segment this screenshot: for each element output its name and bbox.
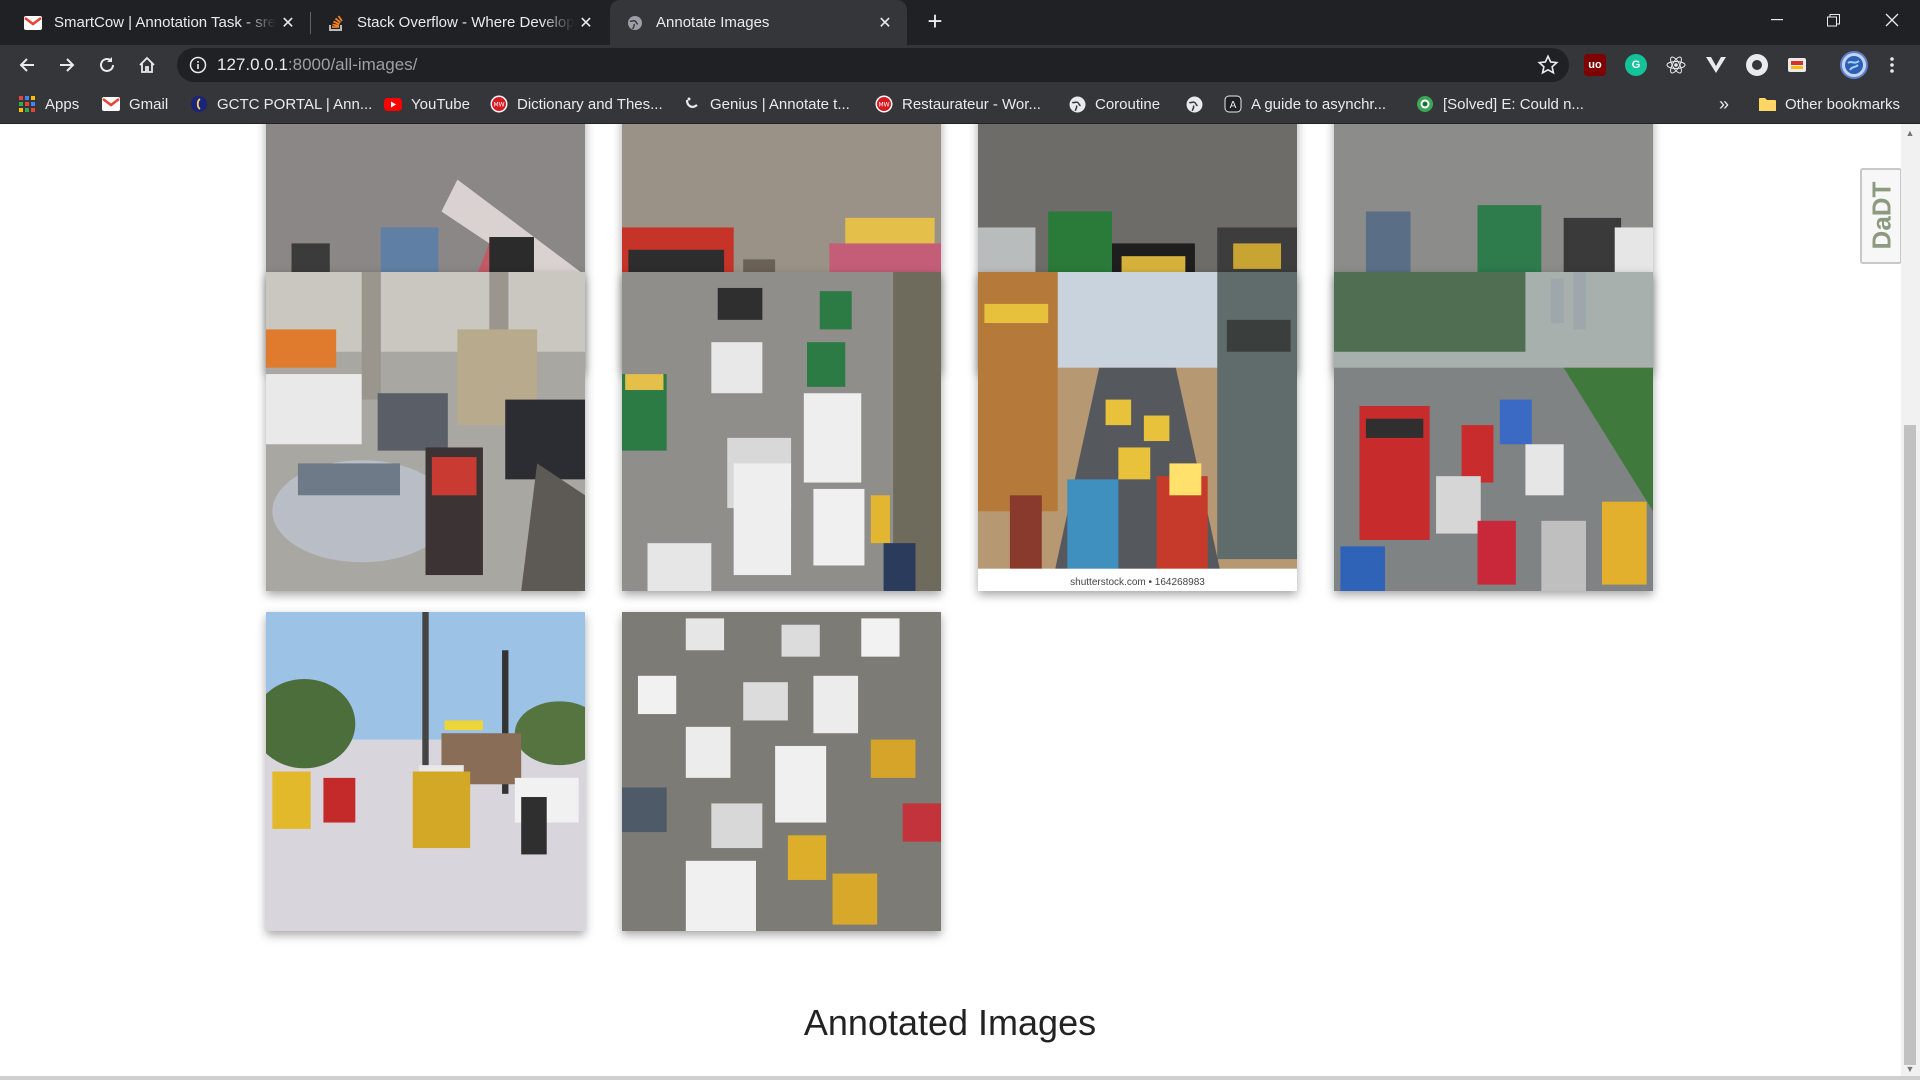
bookmark-label: Dictionary and Thes... — [517, 95, 663, 113]
bookmark-label: Restaurateur - Wor... — [902, 95, 1041, 113]
bookmark-other-bookmarks[interactable]: Other bookmarks — [1758, 85, 1900, 123]
traffic-photo — [1334, 272, 1653, 591]
bookmark-label: YouTube — [411, 95, 470, 113]
globe-icon — [1068, 95, 1086, 113]
a-icon: A — [1224, 95, 1242, 113]
mw-icon: MW — [875, 95, 893, 113]
bookmark-label: Coroutine — [1095, 95, 1161, 113]
site-info-icon[interactable] — [189, 56, 207, 74]
tab-stackoverflow[interactable]: Stack Overflow - Where Develope ✕ — [311, 0, 608, 45]
bookmark-solved[interactable]: [Solved] E: Could n... — [1416, 85, 1584, 123]
scroll-down-icon[interactable]: ▼ — [1904, 1064, 1916, 1076]
tab-strip: SmartCow | Annotation Task - sre ✕ Stack… — [0, 0, 1920, 45]
bookmark-label: Genius | Annotate t... — [710, 95, 850, 113]
bookmark-restaurateur[interactable]: MW Restaurateur - Wor... — [875, 85, 1041, 123]
minimize-icon[interactable] — [1749, 0, 1805, 40]
back-icon[interactable] — [12, 50, 42, 80]
traffic-photo — [622, 612, 941, 931]
watermark-caption: shutterstock.com • 164268983 — [1070, 577, 1205, 588]
mw-icon: MW — [490, 95, 508, 113]
home-icon[interactable] — [132, 50, 162, 80]
gmail-icon — [24, 14, 42, 32]
close-tab-icon[interactable]: ✕ — [276, 11, 300, 35]
dadt-extension-widget[interactable]: DaDT — [1860, 168, 1902, 264]
bookmarks-overflow-button[interactable]: » — [1719, 85, 1729, 123]
gctc-icon — [190, 95, 208, 113]
bookmark-label: Other bookmarks — [1785, 95, 1901, 113]
close-tab-icon[interactable]: ✕ — [574, 11, 598, 35]
url-host: 127.0.0.1 — [217, 55, 288, 74]
horizontal-scrollbar[interactable] — [0, 1076, 1920, 1080]
traffic-photo — [266, 272, 585, 591]
reload-icon[interactable] — [92, 50, 122, 80]
traffic-photo — [622, 272, 941, 591]
image-thumbnail[interactable] — [622, 272, 941, 591]
bookmark-label: A guide to asynchr... — [1251, 95, 1387, 113]
bookmark-globe[interactable] — [1185, 85, 1212, 123]
traffic-photo — [266, 612, 585, 931]
bookmark-youtube[interactable]: YouTube — [384, 85, 470, 123]
folder-icon — [1758, 95, 1776, 113]
url-path: :8000/all-images/ — [287, 55, 418, 74]
cast-icon[interactable] — [1786, 54, 1808, 76]
traffic-photo — [978, 272, 1297, 591]
bookmark-apps[interactable]: Apps — [18, 85, 79, 123]
dadt-label: DaDT — [1866, 181, 1897, 250]
bookmark-star-icon[interactable] — [1537, 54, 1559, 76]
dark-reader-icon[interactable] — [1746, 54, 1768, 76]
apps-grid-icon — [18, 95, 36, 113]
react-icon[interactable] — [1665, 54, 1687, 76]
image-thumbnail[interactable] — [266, 272, 585, 591]
bookmark-label: Gmail — [129, 95, 169, 113]
bookmark-label: GCTC PORTAL | Ann... — [217, 95, 373, 113]
restore-icon[interactable] — [1805, 0, 1861, 40]
scroll-up-icon[interactable]: ▲ — [1904, 128, 1916, 140]
bookmark-coroutine[interactable]: Coroutine — [1068, 85, 1160, 123]
bookmark-gmail[interactable]: Gmail — [102, 85, 168, 123]
page-viewport: shutterstock.com • 164268983 Annotated I… — [0, 124, 1920, 1080]
bookmark-gctc[interactable]: GCTC PORTAL | Ann... — [190, 85, 372, 123]
browser-toolbar: 127.0.0.1:8000/all-images/ uo G — [0, 45, 1920, 85]
bookmark-label: [Solved] E: Could n... — [1443, 95, 1584, 113]
profile-avatar[interactable] — [1840, 51, 1868, 79]
stackoverflow-icon — [327, 14, 345, 32]
vue-icon[interactable] — [1705, 54, 1727, 76]
address-bar[interactable]: 127.0.0.1:8000/all-images/ — [177, 48, 1569, 82]
image-thumbnail[interactable]: shutterstock.com • 164268983 — [978, 272, 1297, 591]
menu-kebab-icon[interactable] — [1881, 54, 1903, 76]
gmail-icon — [102, 95, 120, 113]
globe-icon — [626, 14, 644, 32]
ublock-icon[interactable]: uo — [1584, 54, 1606, 76]
globe-icon — [1185, 95, 1203, 113]
scrollbar-thumb[interactable] — [1904, 425, 1916, 1065]
grammarly-icon[interactable]: G — [1625, 54, 1647, 76]
annotated-images-heading: Annotated Images — [803, 1002, 1097, 1043]
vertical-scrollbar[interactable]: ▲ ▼ — [1901, 124, 1920, 1080]
new-tab-button[interactable]: + — [921, 8, 949, 36]
close-tab-icon[interactable]: ✕ — [873, 11, 897, 35]
svg-text:A: A — [1230, 100, 1237, 111]
image-thumbnail[interactable] — [1334, 272, 1653, 591]
bookmark-label: Apps — [45, 95, 80, 113]
url-text[interactable]: 127.0.0.1:8000/all-images/ — [217, 48, 417, 82]
svg-text:MW: MW — [493, 102, 504, 109]
bookmark-genius[interactable]: Genius | Annotate t... — [683, 85, 850, 123]
bookmark-dictionary[interactable]: MW Dictionary and Thes... — [490, 85, 663, 123]
tab-title: SmartCow | Annotation Task - sre — [54, 14, 276, 31]
close-window-icon[interactable] — [1864, 0, 1920, 40]
forward-icon[interactable] — [52, 50, 82, 80]
tab-annotate-images[interactable]: Annotate Images ✕ — [610, 0, 907, 45]
youtube-icon — [384, 95, 402, 113]
bookmarks-bar: Apps Gmail GCTC PORTAL | Ann... YouTube … — [0, 85, 1920, 124]
genius-icon — [683, 95, 701, 113]
image-thumbnail[interactable] — [622, 612, 941, 931]
svg-text:MW: MW — [878, 102, 889, 109]
tab-title: Annotate Images — [656, 14, 770, 31]
image-thumbnail[interactable] — [266, 612, 585, 931]
bookmark-async-guide[interactable]: A A guide to asynchr... — [1224, 85, 1386, 123]
tab-smartcow[interactable]: SmartCow | Annotation Task - sre ✕ — [0, 0, 310, 45]
solved-icon — [1416, 95, 1434, 113]
tab-title: Stack Overflow - Where Develope — [357, 14, 574, 31]
